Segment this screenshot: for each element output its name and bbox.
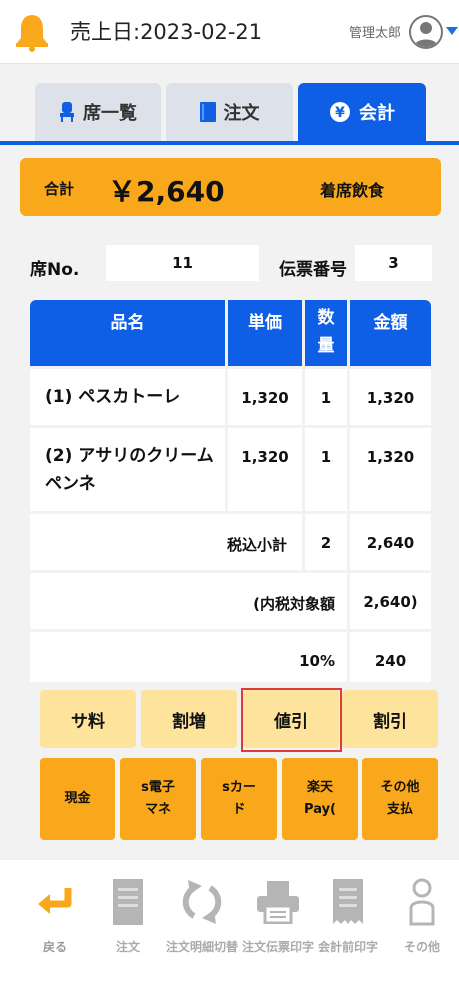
pay-label: 現金 — [64, 791, 91, 806]
subtotal-amount: 2,640 — [350, 514, 431, 570]
total-amount: ￥2,640 — [108, 175, 225, 208]
col-header-qty: 数 量 — [305, 300, 347, 366]
item-amount: 1,320 — [350, 369, 431, 425]
nav-print-order[interactable]: 注文伝票印字 — [240, 876, 316, 976]
nav-label: その他 — [403, 940, 440, 954]
percent-discount-button[interactable]: 割引 — [342, 690, 438, 748]
pay-rakuten-pay-button[interactable]: 楽天 Pay( — [282, 758, 358, 840]
pay-label: sカード — [222, 780, 256, 817]
slip-no-value: 3 — [355, 245, 432, 281]
nav-back[interactable]: 戻る — [17, 876, 93, 976]
total-label: 合計 — [44, 180, 75, 198]
surcharge-button[interactable]: 割増 — [141, 690, 237, 748]
person-icon — [409, 878, 435, 926]
col-header-qty-line2: 量 — [317, 336, 335, 356]
tab-label: 注文 — [223, 103, 260, 124]
item-amount: 1,320 — [350, 428, 431, 511]
nav-label: 注文明細切替 — [165, 940, 238, 954]
service-charge-button[interactable]: サ料 — [40, 690, 136, 748]
col-header-unit-price: 単価 — [228, 300, 302, 366]
item-name[interactable]: (2) アサリのクリームペンネ — [30, 428, 225, 511]
pay-card-button[interactable]: sカード — [201, 758, 277, 840]
user-name[interactable]: 管理太郎 — [349, 22, 401, 41]
dine-type: 着席飲食 — [320, 181, 385, 200]
yen-icon: ¥ — [330, 102, 350, 122]
col-header-amount: 金額 — [350, 300, 431, 366]
tab-seat-list[interactable]: 席一覧 — [35, 83, 161, 141]
nav-label: 戻る — [42, 940, 67, 954]
item-unit-price: 1,320 — [228, 369, 302, 425]
user-avatar-icon — [414, 22, 438, 47]
nav-print-before-checkout[interactable]: 会計前印字 — [310, 876, 386, 976]
selection-highlight — [241, 688, 342, 752]
avatar[interactable] — [409, 15, 443, 49]
printer-icon — [257, 881, 299, 924]
item-name[interactable]: (1) ペスカトーレ — [30, 369, 225, 425]
seat-icon — [60, 102, 74, 122]
taxable-amount: 2,640) — [350, 573, 431, 629]
seat-no-label: 席No. — [30, 260, 80, 280]
tab-order[interactable]: 注文 — [166, 83, 293, 141]
slip-no-label: 伝票番号 — [279, 260, 347, 280]
receipt-icon — [333, 879, 363, 924]
tax-amount: 240 — [350, 632, 431, 682]
item-qty: 1 — [305, 428, 347, 511]
col-header-name: 品名 — [30, 300, 225, 366]
tab-label: 会計 — [359, 103, 395, 124]
item-unit-price: 1,320 — [228, 428, 302, 511]
nav-other[interactable]: その他 — [384, 876, 459, 976]
return-icon — [38, 888, 72, 914]
pay-e-money-button[interactable]: s電子 マネ — [120, 758, 196, 840]
taxable-label: (内税対象額 — [30, 573, 347, 629]
pay-cash-button[interactable]: 現金 — [40, 758, 115, 840]
svg-text:¥: ¥ — [335, 105, 345, 121]
bell-icon[interactable] — [14, 12, 50, 52]
tab-checkout[interactable]: ¥ 会計 — [298, 83, 426, 141]
order-slip-icon — [113, 879, 143, 925]
item-qty: 1 — [305, 369, 347, 425]
tab-underline — [0, 141, 459, 145]
sales-date: 売上日:2023-02-21 — [70, 20, 263, 44]
tab-label: 席一覧 — [83, 103, 137, 124]
subtotal-label: 税込小計 — [30, 514, 302, 570]
tax-rate: 10% — [30, 632, 347, 682]
pay-other-button[interactable]: その他 支払 — [362, 758, 438, 840]
nav-order[interactable]: 注文 — [90, 876, 166, 976]
nav-label: 会計前印字 — [317, 940, 378, 954]
pay-label: その他 支払 — [380, 780, 420, 817]
refresh-icon — [182, 880, 222, 924]
nav-label: 注文 — [115, 940, 140, 954]
seat-no-value: 11 — [106, 245, 259, 281]
subtotal-qty: 2 — [305, 514, 347, 570]
chevron-down-icon[interactable] — [446, 27, 458, 35]
nav-toggle-details[interactable]: 注文明細切替 — [164, 876, 240, 976]
nav-label: 注文伝票印字 — [241, 940, 314, 954]
pay-label: s電子 マネ — [141, 780, 175, 817]
pay-label: 楽天 Pay( — [304, 780, 336, 817]
col-header-qty-line1: 数 — [317, 308, 335, 328]
book-icon — [199, 102, 216, 122]
